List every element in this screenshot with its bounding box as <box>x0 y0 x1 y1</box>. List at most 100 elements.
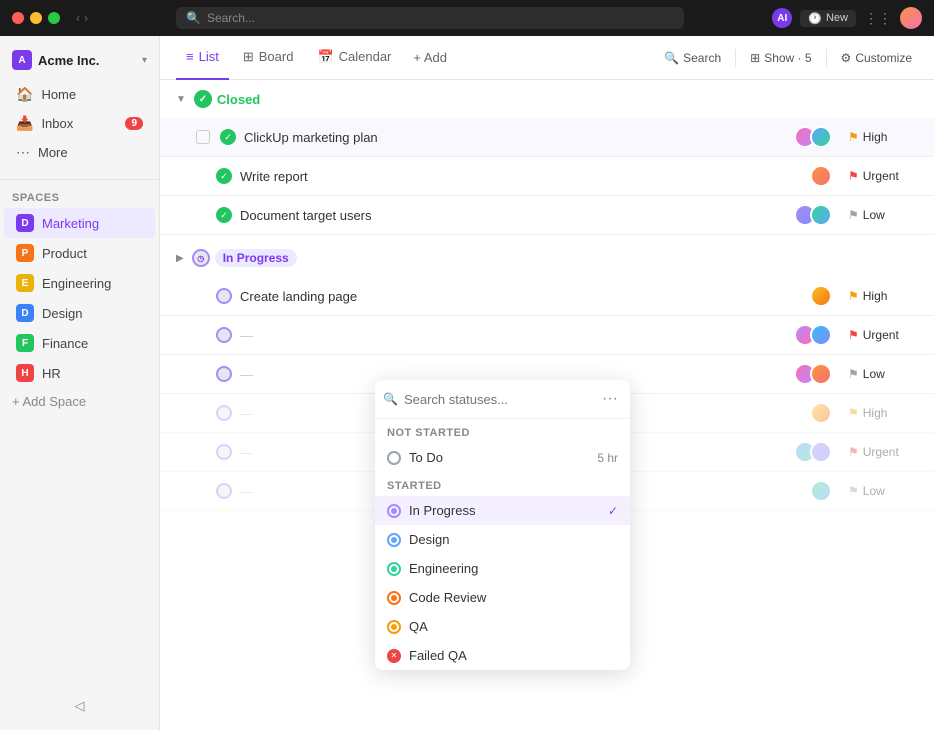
customize-btn-icon: ⚙ <box>841 51 852 65</box>
priority-label: Low <box>863 484 885 498</box>
table-row: ✓ Write report ⚑ Urgent <box>160 157 934 196</box>
dropdown-item-design[interactable]: Design <box>375 525 630 554</box>
dropdown-item-inprogress[interactable]: In Progress ✓ <box>375 496 630 525</box>
avatar <box>810 480 832 502</box>
task-name[interactable]: — <box>240 328 786 343</box>
sidebar-collapse-button[interactable]: ◁ <box>0 690 159 722</box>
titlebar-search[interactable]: 🔍 Search... <box>176 7 684 29</box>
customize-btn-label: Customize <box>855 51 912 65</box>
customize-button[interactable]: ⚙ Customize <box>835 47 918 69</box>
inprogress-status-badge: ◷ In Progress <box>192 249 297 267</box>
task-avatars <box>810 285 832 307</box>
priority-label: Urgent <box>863 169 899 183</box>
add-tab-button[interactable]: + Add <box>405 50 455 65</box>
grid-icon[interactable]: ⋮⋮ <box>864 10 892 27</box>
design-label: Design <box>409 532 449 547</box>
search-btn-label: Search <box>683 51 721 65</box>
task-name[interactable]: Document target users <box>240 208 786 223</box>
priority-label: High <box>863 289 888 303</box>
show-btn-icon: ⊞ <box>750 51 760 65</box>
show-button[interactable]: ⊞ Show · 5 <box>744 47 817 69</box>
task-checkbox-wrap: ✓ <box>196 168 232 184</box>
flag-icon: ⚑ <box>848 367 859 381</box>
new-button[interactable]: 🕐 New <box>800 10 856 27</box>
priority-label: Urgent <box>863 328 899 342</box>
design-status-dot <box>387 533 401 547</box>
sidebar-item-marketing[interactable]: D Marketing <box>4 208 155 238</box>
closed-section-header[interactable]: ▼ ✓ Closed <box>160 80 934 118</box>
table-row: ⠿ ✓ ClickUp marketing plan ⚑ High <box>160 118 934 157</box>
dropdown-item-codereview[interactable]: Code Review <box>375 583 630 612</box>
task-checkbox-wrap <box>196 288 232 304</box>
header-actions: 🔍 Search ⊞ Show · 5 ⚙ Customize <box>658 47 918 69</box>
dropdown-item-qa[interactable]: QA <box>375 612 630 641</box>
close-dot[interactable] <box>12 12 24 24</box>
dropdown-search-icon: 🔍 <box>383 392 398 406</box>
workspace-header[interactable]: A Acme Inc. ▾ <box>0 44 159 76</box>
tab-board-label: Board <box>259 49 294 64</box>
task-avatars <box>794 441 832 463</box>
sidebar-item-engineering[interactable]: E Engineering <box>4 268 155 298</box>
add-space-button[interactable]: + Add Space <box>0 388 159 415</box>
sidebar-item-design[interactable]: D Design <box>4 298 155 328</box>
sidebar-item-more[interactable]: ⋯ More <box>4 138 155 167</box>
priority-label: Urgent <box>863 445 899 459</box>
dropdown-more-button[interactable]: ··· <box>598 388 622 410</box>
sidebar-item-product[interactable]: P Product <box>4 238 155 268</box>
avatar <box>810 363 832 385</box>
tab-list[interactable]: ≡ List <box>176 36 229 80</box>
search-button[interactable]: 🔍 Search <box>658 47 727 69</box>
list-tab-icon: ≡ <box>186 49 194 64</box>
flag-icon: ⚑ <box>848 445 859 459</box>
task-status-inprogress[interactable] <box>216 288 232 304</box>
main-layout: A Acme Inc. ▾ 🏠 Home 📥 Inbox 9 ⋯ More Sp… <box>0 36 934 730</box>
task-checkbox-wrap <box>196 444 232 460</box>
ai-badge[interactable]: AI <box>772 8 792 28</box>
task-status-inprogress[interactable] <box>216 483 232 499</box>
design-icon: D <box>16 304 34 322</box>
task-name[interactable]: Create landing page <box>240 289 802 304</box>
task-status-closed[interactable]: ✓ <box>216 168 232 184</box>
task-checkbox-wrap: ✓ <box>196 207 232 223</box>
dropdown-item-failedqa[interactable]: Failed QA <box>375 641 630 670</box>
sidebar-item-home[interactable]: 🏠 Home <box>4 80 155 109</box>
tab-calendar-label: Calendar <box>339 49 392 64</box>
minimize-dot[interactable] <box>30 12 42 24</box>
table-row: ✓ Document target users ⚑ Low <box>160 196 934 235</box>
task-status-inprogress[interactable] <box>216 444 232 460</box>
task-avatars <box>810 165 832 187</box>
maximize-dot[interactable] <box>48 12 60 24</box>
sidebar-item-hr[interactable]: H HR <box>4 358 155 388</box>
back-arrow[interactable]: ‹ <box>76 11 80 25</box>
tab-board[interactable]: ⊞ Board <box>233 36 304 80</box>
window-controls <box>12 12 60 24</box>
priority-label: High <box>863 130 888 144</box>
forward-arrow[interactable]: › <box>84 11 88 25</box>
task-status-inprogress[interactable] <box>216 366 232 382</box>
flag-icon: ⚑ <box>848 208 859 222</box>
task-status-closed[interactable]: ✓ <box>220 129 236 145</box>
task-avatars <box>794 126 832 148</box>
todo-label: To Do <box>409 450 443 465</box>
task-name[interactable]: ClickUp marketing plan <box>244 130 786 145</box>
task-status-inprogress[interactable] <box>216 405 232 421</box>
dropdown-item-todo[interactable]: To Do 5 hr <box>375 443 630 472</box>
dropdown-item-engineering[interactable]: Engineering <box>375 554 630 583</box>
task-name[interactable]: Write report <box>240 169 802 184</box>
closed-status-badge: ✓ Closed <box>194 90 260 108</box>
dropdown-search-row: 🔍 ··· <box>375 380 630 419</box>
row-checkbox[interactable] <box>196 130 210 144</box>
dropdown-search-input[interactable] <box>404 392 592 407</box>
tab-calendar[interactable]: 📅 Calendar <box>307 36 401 80</box>
task-status-closed[interactable]: ✓ <box>216 207 232 223</box>
inprogress-section-header[interactable]: ▶ ◷ In Progress <box>160 239 934 277</box>
task-checkbox-wrap <box>196 483 232 499</box>
sidebar-item-finance[interactable]: F Finance <box>4 328 155 358</box>
flag-icon: ⚑ <box>848 328 859 342</box>
header-separator-1 <box>735 49 736 67</box>
user-avatar[interactable] <box>900 7 922 29</box>
nav-arrows: ‹ › <box>76 11 88 25</box>
sidebar-item-inbox[interactable]: 📥 Inbox 9 <box>4 109 155 138</box>
todo-status-dot <box>387 451 401 465</box>
task-status-inprogress[interactable] <box>216 327 232 343</box>
